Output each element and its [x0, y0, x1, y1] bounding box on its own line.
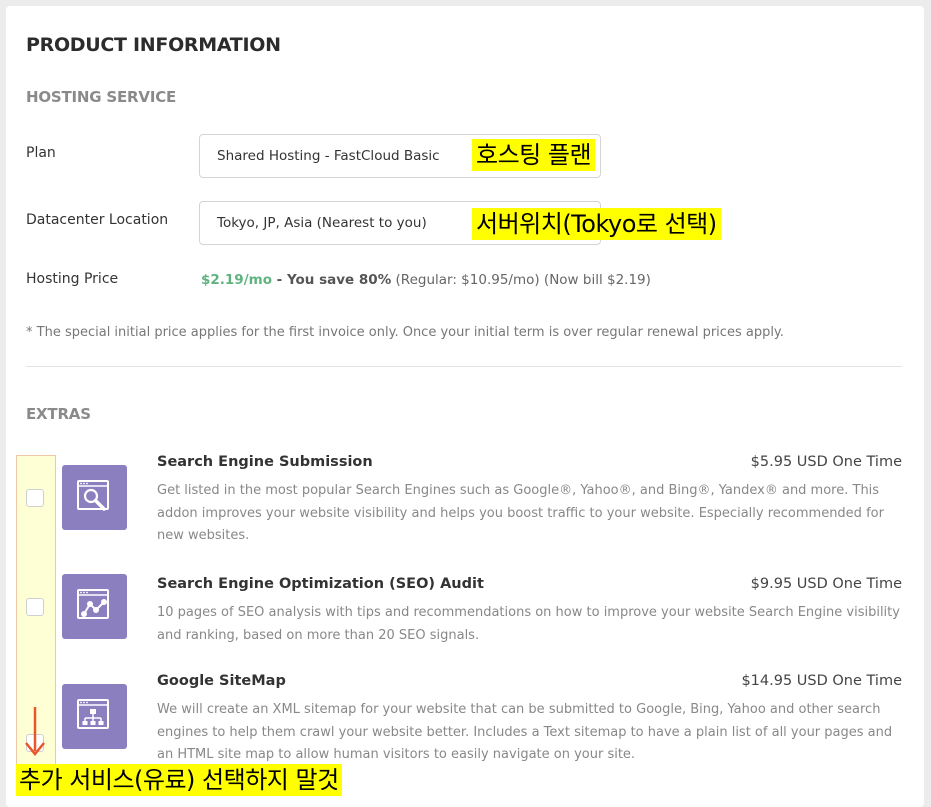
annotation-plan: 호스팅 플랜: [472, 139, 596, 171]
extra-description: We will create an XML sitemap for your w…: [157, 702, 893, 762]
search-icon: [62, 465, 127, 530]
extra-price: $9.95 USD One Time: [750, 576, 902, 592]
page-title: PRODUCT INFORMATION: [26, 34, 281, 56]
extra-checkbox-search-engine-submission[interactable]: [26, 489, 44, 507]
extra-checkbox-seo-audit[interactable]: [26, 598, 44, 616]
extra-name: Search Engine Submission: [157, 454, 373, 470]
price-savings: - You save 80%: [271, 272, 392, 288]
sitemap-icon: [62, 684, 127, 749]
extra-description: 10 pages of SEO analysis with tips and r…: [157, 605, 900, 643]
extra-name: Search Engine Optimization (SEO) Audit: [157, 576, 484, 592]
extra-price: $14.95 USD One Time: [741, 673, 902, 689]
plan-label: Plan: [26, 145, 56, 161]
annotation-extras: 추가 서비스(유료) 선택하지 말것: [16, 764, 342, 796]
datacenter-select-value: Tokyo, JP, Asia (Nearest to you): [217, 215, 427, 231]
hosting-price-label: Hosting Price: [26, 271, 119, 287]
pricing-note: * The special initial price applies for …: [26, 325, 784, 340]
divider: [26, 366, 902, 367]
extras-heading: EXTRAS: [26, 405, 91, 423]
hosting-price-value: $2.19/mo - You save 80% (Regular: $10.95…: [201, 272, 651, 288]
hosting-service-heading: HOSTING SERVICE: [26, 88, 177, 106]
arrow-down-icon: [25, 707, 45, 756]
extra-name: Google SiteMap: [157, 673, 286, 689]
extra-description: Get listed in the most popular Search En…: [157, 483, 884, 543]
extra-price: $5.95 USD One Time: [750, 454, 902, 470]
datacenter-label: Datacenter Location: [26, 212, 169, 228]
annotation-datacenter: 서버위치(Tokyo로 선택): [472, 208, 721, 240]
price-monthly: $2.19/mo: [201, 272, 272, 288]
seo-graph-icon: [62, 574, 127, 639]
plan-select-value: Shared Hosting - FastCloud Basic: [217, 148, 440, 164]
price-details: (Regular: $10.95/mo) (Now bill $2.19): [391, 272, 651, 288]
